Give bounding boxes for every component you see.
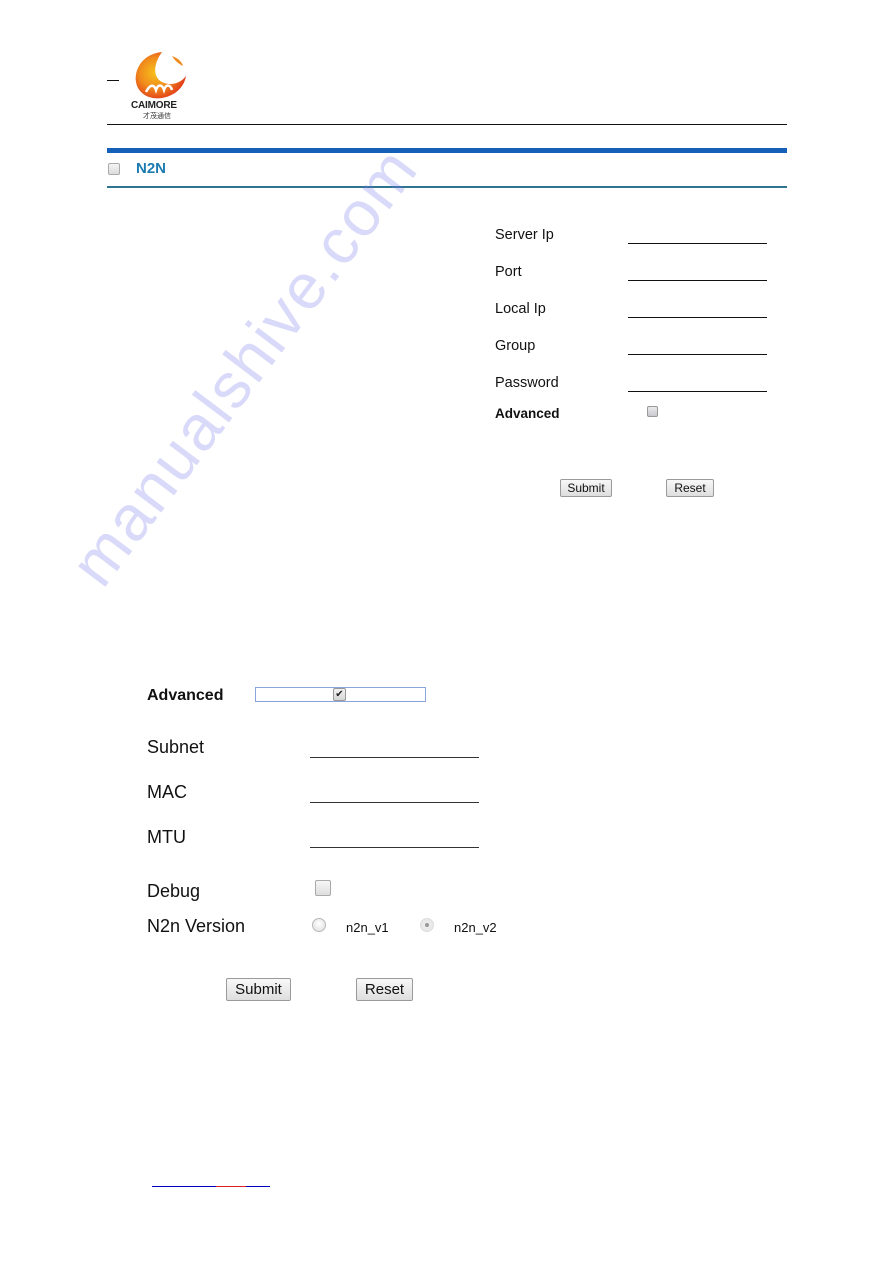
header-dash	[107, 80, 119, 81]
subnet-label: Subnet	[147, 737, 205, 757]
advanced-checkbox-checked[interactable]: ✔	[333, 688, 346, 701]
advanced-label: Advanced	[495, 406, 560, 421]
footer-link-highlight	[216, 1186, 246, 1187]
password-input[interactable]	[628, 391, 767, 392]
mac-input[interactable]	[310, 802, 479, 803]
mtu-input[interactable]	[310, 847, 479, 848]
submit-button[interactable]: Submit	[560, 479, 612, 497]
submit-button[interactable]: Submit	[226, 978, 291, 1001]
radio-n2n-v2[interactable]	[420, 918, 434, 932]
section-rule	[107, 186, 787, 188]
checkmark-icon: ✔	[335, 689, 344, 700]
section-bar	[107, 148, 787, 153]
section-title: N2N	[136, 160, 167, 177]
server-ip-label: Server Ip	[495, 227, 554, 243]
debug-label: Debug	[147, 881, 201, 901]
header-rule	[107, 124, 787, 125]
reset-button[interactable]: Reset	[666, 479, 714, 497]
mtu-label: MTU	[147, 827, 186, 847]
advanced-label: Advanced	[147, 687, 224, 704]
group-label: Group	[495, 338, 536, 354]
port-input[interactable]	[628, 280, 767, 281]
version-label: N2n Version	[147, 916, 246, 936]
brand-subtitle: 才茂通信	[143, 113, 171, 120]
password-label: Password	[495, 375, 559, 391]
footer-link[interactable]	[152, 1186, 270, 1187]
watermark-text: manualshive.com	[56, 133, 432, 599]
mac-label: MAC	[147, 782, 187, 802]
debug-checkbox[interactable]	[315, 880, 331, 896]
radio-n2n-v1[interactable]	[312, 918, 326, 932]
radio-n2n-v1-label: n2n_v1	[346, 920, 389, 935]
port-label: Port	[495, 264, 522, 280]
local-ip-input[interactable]	[628, 317, 767, 318]
advanced-checkbox[interactable]	[647, 406, 658, 417]
server-ip-input[interactable]	[628, 243, 767, 244]
subnet-input[interactable]	[310, 757, 479, 758]
local-ip-label: Local Ip	[495, 301, 546, 317]
brand-name: CAIMORE	[131, 100, 177, 111]
section-checkbox[interactable]	[108, 163, 120, 175]
reset-button[interactable]: Reset	[356, 978, 413, 1001]
radio-n2n-v2-label: n2n_v2	[454, 920, 497, 935]
group-input[interactable]	[628, 354, 767, 355]
